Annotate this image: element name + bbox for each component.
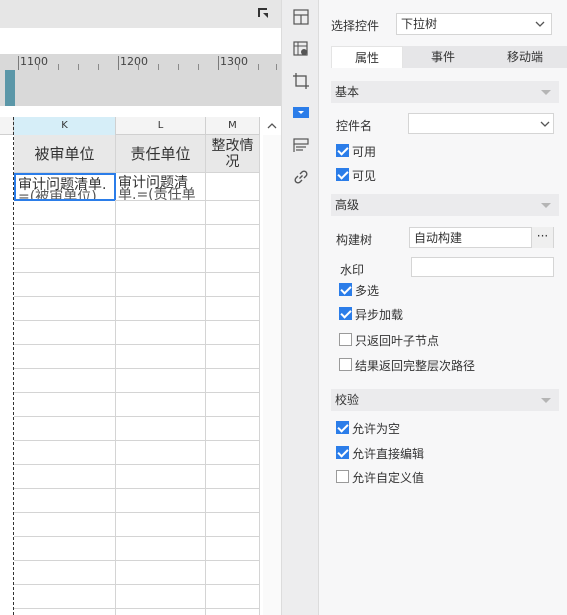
- header-text: 责任单位: [130, 145, 191, 163]
- horizontal-ruler: 1100 1200 1300: [0, 54, 281, 70]
- widget-settings-panel: 选择控件 下拉树 属性 事件 移动端 基本 控件名 可用 可见 高级 构建树 自…: [319, 0, 567, 615]
- collapse-caret-icon: [541, 90, 551, 95]
- build-tree-more-button[interactable]: ···: [531, 227, 553, 248]
- header-cell-m[interactable]: 整改情况: [206, 135, 260, 173]
- widget-icon-bar: [281, 0, 319, 615]
- ruler-label: 1200: [120, 55, 148, 68]
- allow-empty-checkbox[interactable]: [336, 421, 349, 434]
- allow-direct-edit-label: 允许直接编辑: [352, 447, 425, 461]
- ruler-label: 1300: [220, 55, 248, 68]
- vertical-scrollbar[interactable]: [263, 135, 281, 615]
- allow-custom-value-checkbox[interactable]: [336, 470, 349, 483]
- scroll-up-arrow[interactable]: [263, 117, 281, 135]
- margin-marker[interactable]: [5, 70, 15, 106]
- tab-mobile[interactable]: 移动端: [483, 46, 567, 68]
- section-title: 基本: [335, 85, 360, 99]
- column-header-m[interactable]: M: [206, 117, 260, 135]
- leaf-only-checkbox[interactable]: [339, 333, 352, 346]
- visible-checkbox[interactable]: [336, 168, 349, 181]
- watermark-input[interactable]: [411, 257, 554, 277]
- choose-control-label: 选择控件: [331, 19, 380, 33]
- visible-label: 可见: [352, 169, 377, 183]
- section-basic[interactable]: 基本: [331, 81, 559, 103]
- crop-icon[interactable]: [292, 72, 310, 90]
- cell-settings-icon[interactable]: [292, 40, 310, 58]
- cell-l1[interactable]: 审计问题清 单.=(责任单: [116, 173, 206, 201]
- control-name-label: 控件名: [336, 119, 373, 133]
- enabled-label: 可用: [352, 145, 377, 159]
- build-tree-input[interactable]: 自动构建 ···: [409, 227, 554, 248]
- full-path-checkbox[interactable]: [339, 358, 352, 371]
- page-margin-band: [0, 70, 281, 106]
- section-advanced[interactable]: 高级: [331, 194, 559, 216]
- collapse-caret-icon: [541, 398, 551, 403]
- header-text: 整改情况: [211, 138, 254, 170]
- control-type-select[interactable]: 下拉树: [396, 13, 552, 35]
- build-tree-value: 自动构建: [414, 231, 463, 245]
- column-header-row: K L M: [0, 117, 260, 135]
- header-cell-k[interactable]: 被审单位: [14, 135, 116, 173]
- watermark-label: 水印: [340, 263, 365, 277]
- selected-cell-k1[interactable]: 审计问题清单. =(被审单位): [14, 173, 116, 201]
- chevron-down-icon[interactable]: [540, 114, 550, 140]
- widget-attributes-icon[interactable]: [292, 104, 310, 122]
- async-load-checkbox[interactable]: [339, 307, 352, 320]
- column-header-l[interactable]: L: [116, 117, 206, 135]
- cell-m1[interactable]: [206, 173, 260, 201]
- page-boundary-line: [13, 117, 14, 615]
- designer-toolbar-strip: [0, 0, 281, 28]
- cell-text-overflow: 单.=(责任单: [118, 187, 196, 201]
- form-list-icon[interactable]: [292, 136, 310, 154]
- multiselect-checkbox[interactable]: [339, 283, 352, 296]
- full-path-label: 结果返回完整层次路径: [355, 359, 476, 373]
- multiselect-label: 多选: [355, 284, 380, 298]
- header-cell-l[interactable]: 责任单位: [116, 135, 206, 173]
- header-text: 被审单位: [34, 145, 95, 163]
- async-load-label: 异步加载: [355, 308, 404, 322]
- tab-properties[interactable]: 属性: [331, 46, 403, 68]
- control-name-input[interactable]: [408, 113, 554, 134]
- collapse-caret-icon: [541, 203, 551, 208]
- pin-icon[interactable]: [256, 6, 270, 20]
- ruler-label: 1100: [20, 55, 48, 68]
- allow-empty-label: 允许为空: [352, 422, 401, 436]
- build-tree-label: 构建树: [336, 233, 373, 247]
- leaf-only-label: 只返回叶子节点: [355, 334, 440, 348]
- section-title: 校验: [335, 393, 360, 407]
- enabled-checkbox[interactable]: [336, 144, 349, 157]
- layout-icon[interactable]: [292, 8, 310, 26]
- control-type-value: 下拉树: [401, 17, 438, 31]
- row-number-corner: [0, 117, 14, 135]
- section-validation[interactable]: 校验: [331, 389, 559, 411]
- report-canvas[interactable]: 1100 1200 1300 K L M 被审单位 责任单位 整改情况 审计问题…: [0, 0, 281, 615]
- allow-custom-value-label: 允许自定义值: [352, 471, 425, 485]
- allow-direct-edit-checkbox[interactable]: [336, 446, 349, 459]
- canvas-spacer: [0, 28, 281, 54]
- tab-events[interactable]: 事件: [403, 46, 483, 68]
- link-icon[interactable]: [292, 168, 310, 186]
- column-header-k[interactable]: K: [14, 117, 116, 135]
- chevron-down-icon: [535, 14, 545, 40]
- section-title: 高级: [335, 198, 360, 212]
